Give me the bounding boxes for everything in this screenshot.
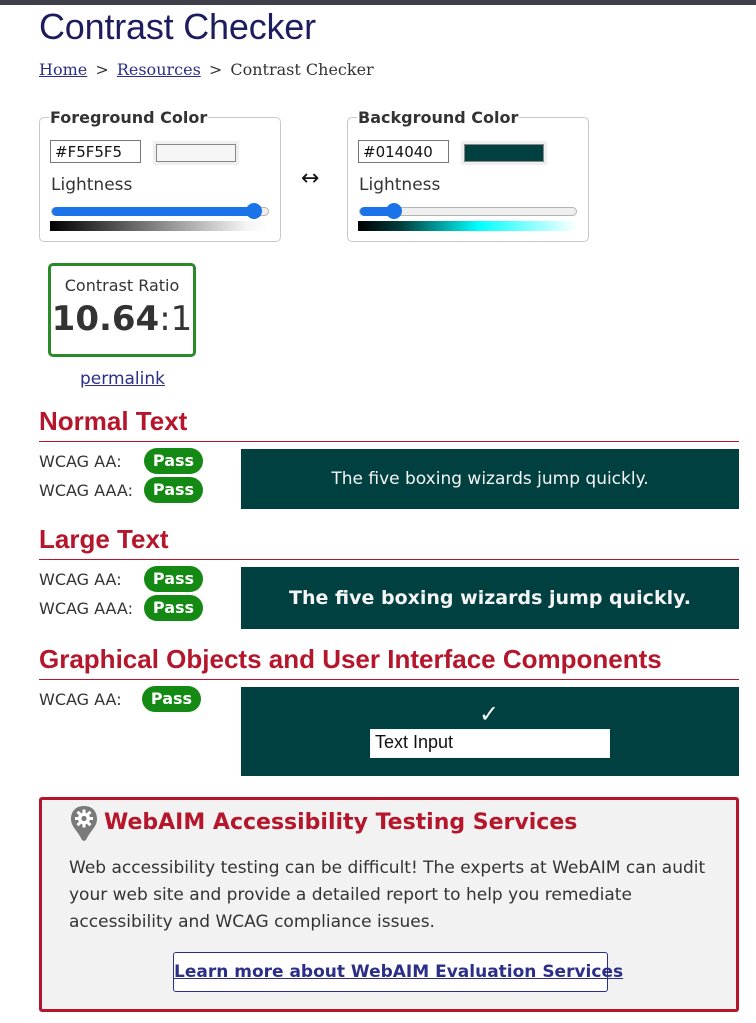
section-divider (39, 559, 739, 560)
top-bar (0, 0, 756, 5)
webaim-services-promo: WebAIM Accessibility Testing Services We… (39, 797, 739, 1012)
large-text-heading: Large Text (39, 524, 169, 554)
background-color-picker[interactable] (464, 144, 544, 162)
normal-text-heading: Normal Text (39, 406, 188, 436)
breadcrumb-separator: > (95, 60, 109, 79)
promo-description: Web accessibility testing can be difficu… (69, 858, 706, 932)
large-aa-status-badge: Pass (144, 566, 203, 592)
breadcrumb-home-link[interactable]: Home (39, 60, 87, 79)
background-legend: Background Color (358, 108, 519, 127)
normal-aa-label: WCAG AA: (39, 452, 122, 471)
section-divider (39, 441, 739, 442)
breadcrumb-current: Contrast Checker (230, 60, 374, 79)
graphical-objects-heading: Graphical Objects and User Interface Com… (39, 644, 662, 674)
foreground-lightness-gradient (50, 221, 269, 231)
large-text-sample: The five boxing wizards jump quickly. (241, 567, 739, 629)
contrast-ratio-label: Contrast Ratio (64, 276, 180, 295)
foreground-slider-fill (52, 207, 254, 216)
gear-badge-icon (71, 806, 97, 841)
foreground-color-picker[interactable] (156, 144, 236, 162)
foreground-legend: Foreground Color (50, 108, 208, 127)
large-aaa-label: WCAG AAA: (39, 599, 133, 618)
permalink-link[interactable]: permalink (80, 369, 165, 389)
breadcrumb-resources-link[interactable]: Resources (117, 60, 201, 79)
graphical-aa-label: WCAG AA: (39, 690, 122, 709)
sample-text-input[interactable]: Text Input (370, 729, 610, 758)
promo-title: WebAIM Accessibility Testing Services (104, 810, 578, 835)
checkmark-icon: ✓ (479, 700, 500, 728)
background-lightness-label: Lightness (359, 175, 441, 195)
normal-aaa-status-badge: Pass (144, 477, 203, 503)
foreground-hex-input[interactable] (50, 140, 141, 163)
large-aa-label: WCAG AA: (39, 570, 122, 589)
contrast-ratio-suffix: :1 (159, 299, 193, 339)
contrast-ratio-box: Contrast Ratio 10.64:1 (48, 263, 196, 357)
background-hex-input[interactable] (358, 140, 449, 163)
learn-more-button[interactable]: Learn more about WebAIM Evaluation Servi… (173, 952, 623, 992)
foreground-lightness-slider[interactable] (51, 203, 269, 219)
section-divider (39, 679, 739, 680)
normal-aa-status-badge: Pass (144, 448, 203, 474)
breadcrumb-separator: > (208, 60, 223, 79)
breadcrumb: Home > Resources > Contrast Checker (39, 60, 374, 79)
graphical-aa-status-badge: Pass (142, 686, 201, 712)
swap-colors-icon[interactable]: ↔ (301, 166, 319, 192)
contrast-ratio-number: 10.64 (51, 299, 160, 339)
page-title: Contrast Checker (39, 6, 316, 47)
foreground-lightness-label: Lightness (51, 175, 133, 195)
large-aaa-status-badge: Pass (144, 595, 203, 621)
normal-text-sample: The five boxing wizards jump quickly. (241, 449, 739, 509)
background-lightness-gradient (358, 221, 577, 231)
background-lightness-slider[interactable] (359, 203, 577, 219)
normal-aaa-label: WCAG AAA: (39, 481, 133, 500)
contrast-ratio-value: 10.64:1 (51, 299, 193, 339)
foreground-slider-thumb[interactable] (245, 203, 262, 219)
